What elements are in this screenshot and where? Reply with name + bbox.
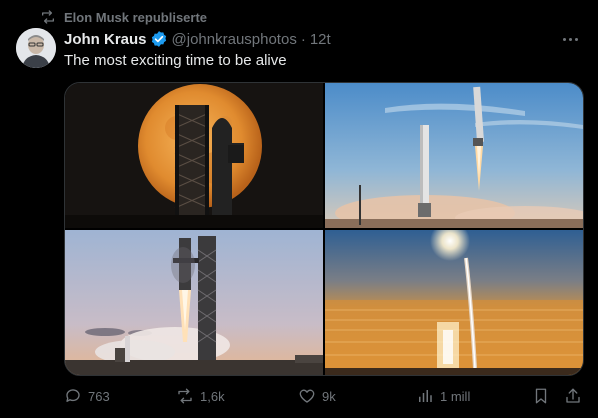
media-grid: [64, 82, 584, 376]
repost-count: 1,6k: [200, 388, 225, 404]
heart-icon: [299, 389, 315, 403]
tweet-header: John Kraus @johnkrausphotos · 12t: [64, 29, 331, 49]
share-icon: [566, 388, 580, 403]
repost-indicator[interactable]: Elon Musk republiserte: [40, 9, 207, 25]
share-button[interactable]: [564, 386, 582, 406]
photo-sunset-launch[interactable]: [325, 230, 583, 375]
like-count: 9k: [322, 388, 336, 404]
avatar[interactable]: [16, 28, 56, 68]
repost-label: Elon Musk republiserte: [64, 9, 208, 25]
photo-booster-landing[interactable]: [325, 83, 583, 228]
views-count: 1 mill: [440, 388, 471, 404]
repost-icon: [42, 10, 54, 24]
reply-count: 763: [88, 388, 110, 404]
photo-booster-catch[interactable]: [65, 230, 323, 375]
timestamp[interactable]: 12t: [310, 31, 331, 48]
bookmark-button[interactable]: [532, 386, 550, 406]
bookmark-icon: [535, 388, 547, 404]
author-name[interactable]: John Kraus: [64, 31, 147, 48]
author-handle[interactable]: @johnkrausphotos: [172, 31, 297, 48]
like-button[interactable]: 9k: [298, 386, 336, 406]
action-bar: 763 1,6k 9k 1 mill: [64, 386, 584, 406]
analytics-icon: [419, 390, 432, 402]
photo-moon-starship[interactable]: [65, 83, 323, 228]
more-options-icon[interactable]: [560, 30, 580, 48]
tweet-text: The most exciting time to be alive: [64, 52, 287, 69]
separator-dot: ·: [300, 30, 306, 48]
views-button[interactable]: 1 mill: [416, 386, 470, 406]
reply-button[interactable]: 763: [64, 386, 110, 406]
repost-icon: [178, 388, 192, 404]
repost-button[interactable]: 1,6k: [176, 386, 225, 406]
verified-badge-icon[interactable]: [150, 30, 168, 48]
reply-icon: [66, 389, 80, 402]
